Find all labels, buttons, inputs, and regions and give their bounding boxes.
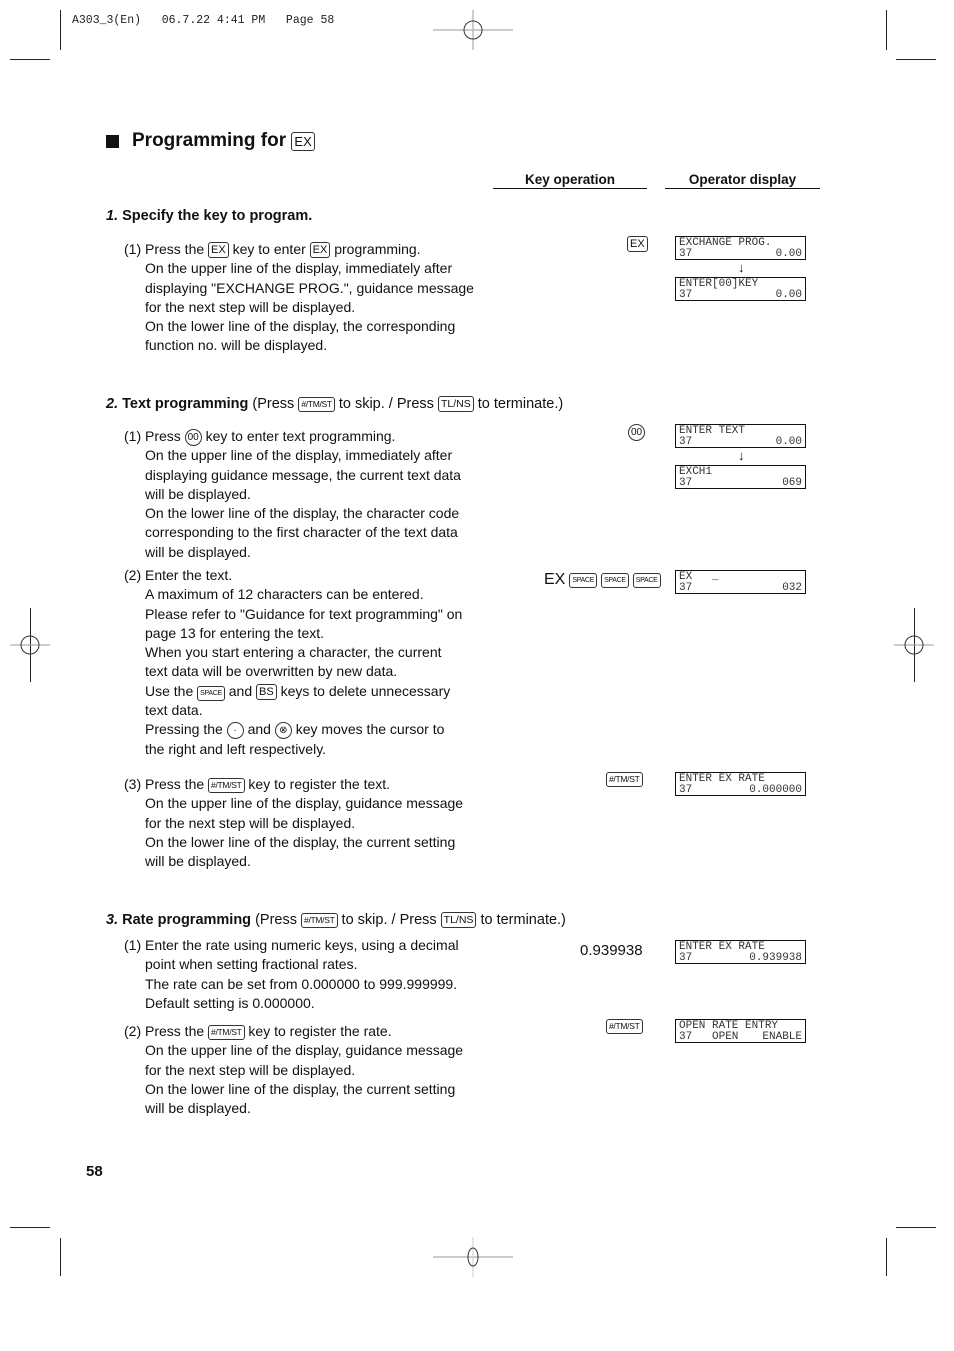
title-text: Programming for xyxy=(132,130,287,151)
page-number: 58 xyxy=(86,1163,103,1180)
operator-display: ENTER[00]KEY 37 0.00 xyxy=(675,277,806,301)
dot-key-icon: · xyxy=(226,722,244,740)
space-key-icon: SPACE xyxy=(632,572,661,588)
space-key-icon: SPACE xyxy=(569,572,598,588)
down-arrow-icon: ↓ xyxy=(738,448,745,463)
page-title: Programming for EX xyxy=(106,130,315,152)
crop-mark xyxy=(886,1238,887,1276)
tmst-key-icon: #/TM/ST xyxy=(208,778,245,793)
registration-mark-bottom xyxy=(433,1237,513,1277)
registration-mark-left xyxy=(10,635,50,655)
ex-key-op: EX xyxy=(627,236,648,252)
tmst-key-icon: #/TM/ST xyxy=(298,397,335,412)
rate-key-op: 0.939938 xyxy=(580,942,643,959)
step2-heading: 2. Text programming (Press #/TM/ST to sk… xyxy=(106,396,564,412)
step1-sub1-text: (1) Press the EX key to enter EX program… xyxy=(124,241,474,354)
crop-mark xyxy=(10,1227,50,1228)
registration-mark-right xyxy=(894,635,934,655)
tmst-key-op: #/TM/ST xyxy=(606,1019,643,1034)
crop-mark xyxy=(60,1238,61,1276)
ex-key-icon: EX xyxy=(208,242,229,258)
bs-key-icon: BS xyxy=(256,683,277,700)
step2-sub2-text: (2) Enter the text. A maximum of 12 char… xyxy=(124,567,463,757)
operator-display: EX _ 37 032 xyxy=(675,570,806,594)
operator-display: EXCHANGE PROG. 37 0.00 xyxy=(675,236,806,260)
tmst-key-icon: #/TM/ST xyxy=(301,913,338,928)
operator-display: OPEN RATE ENTRY 37 OPEN ENABLE xyxy=(675,1019,806,1043)
tmst-key-icon: #/TM/ST xyxy=(208,1025,245,1040)
key-operation-header: Key operation xyxy=(493,172,647,189)
double-zero-key-op: 00 xyxy=(628,424,645,441)
double-zero-key-icon: 00 xyxy=(184,429,202,446)
ex-key-icon: EX xyxy=(309,242,331,258)
operator-display: ENTER TEXT 37 0.00 xyxy=(675,424,806,448)
operator-display: ENTER EX RATE 37 0.939938 xyxy=(675,940,806,964)
crop-mark xyxy=(10,59,50,60)
text-key-sequence: EX SPACE SPACE SPACE xyxy=(544,571,661,589)
step2-sub3-text: (3) Press the #/TM/ST key to register th… xyxy=(124,776,464,870)
operator-display: ENTER EX RATE 37 0.000000 xyxy=(675,772,806,796)
space-key-icon: SPACE xyxy=(197,685,225,701)
operator-display-header: Operator display xyxy=(665,172,820,189)
step3-sub2-text: (2) Press the #/TM/ST key to register th… xyxy=(124,1023,464,1117)
tmst-key-op: #/TM/ST xyxy=(606,772,643,787)
step1-heading: 1. Specify the key to program. xyxy=(106,208,313,224)
bullet-square-icon xyxy=(106,134,119,148)
ex-key-icon: EX xyxy=(291,131,315,151)
crop-mark xyxy=(896,59,936,60)
down-arrow-icon: ↓ xyxy=(738,260,745,275)
registration-mark-top xyxy=(433,10,513,50)
crop-mark xyxy=(60,10,61,50)
tlns-key-icon: TL/NS xyxy=(437,396,474,412)
crop-mark xyxy=(886,10,887,50)
step2-sub1-text: (1) Press 00 key to enter text programmi… xyxy=(124,428,461,560)
print-header: A303_3(En) 06.7.22 4:41 PM Page 58 xyxy=(72,14,335,27)
step3-heading: 3. Rate programming (Press #/TM/ST to sk… xyxy=(106,912,566,928)
tlns-key-icon: TL/NS xyxy=(440,912,477,928)
multiply-key-icon: ⊗ xyxy=(274,722,292,740)
operator-display: EXCH1 37 069 xyxy=(675,465,806,489)
space-key-icon: SPACE xyxy=(601,572,629,588)
crop-mark xyxy=(896,1227,936,1228)
step3-sub1-text: (1) Enter the rate using numeric keys, u… xyxy=(124,937,459,1011)
